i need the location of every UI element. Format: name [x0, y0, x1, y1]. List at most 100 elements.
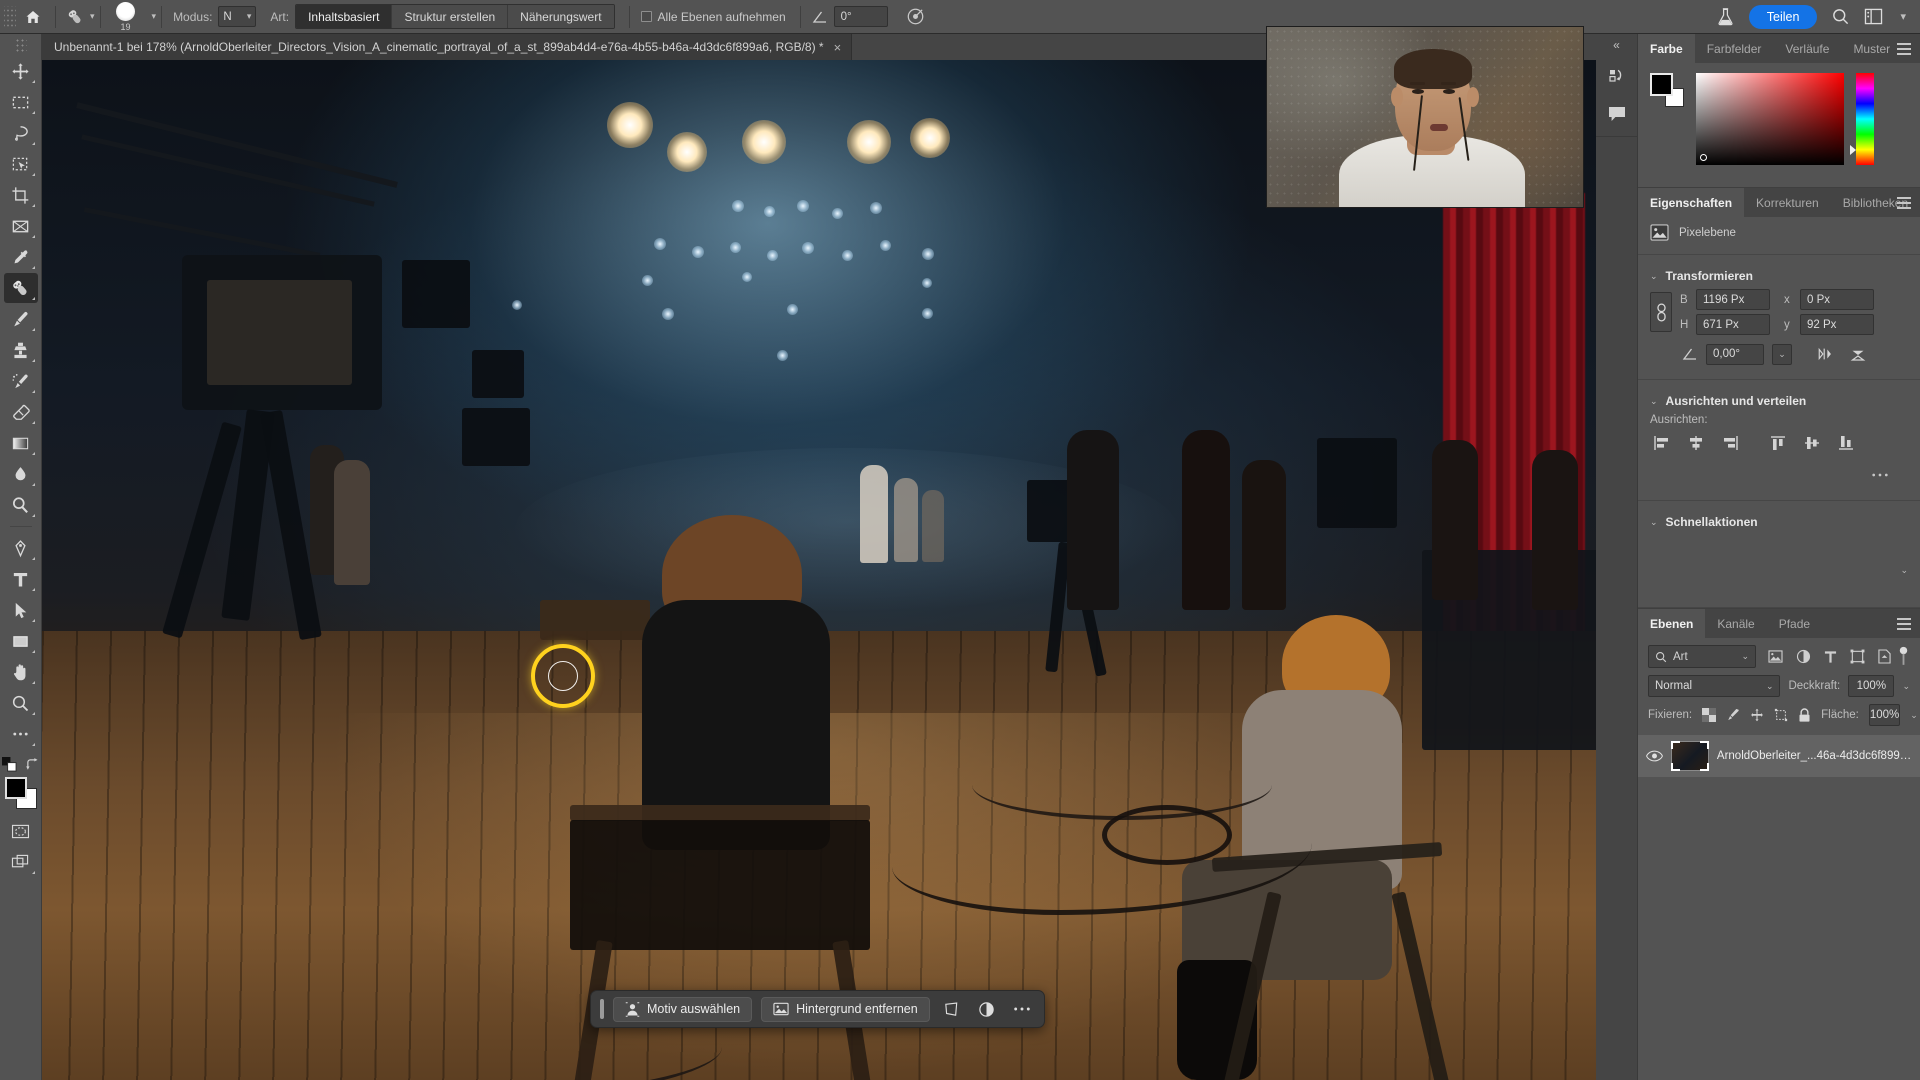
panel-menu-icon[interactable] [1897, 43, 1911, 58]
chevron-down-icon[interactable]: ⌄ [1910, 710, 1918, 721]
height-field[interactable]: 671 Px [1696, 314, 1770, 335]
align-bottom-icon[interactable] [1834, 432, 1858, 454]
tab-farbfelder[interactable]: Farbfelder [1695, 34, 1774, 63]
adjustment-circle-icon[interactable] [974, 997, 1000, 1022]
filter-toggle-icon[interactable] [1897, 646, 1910, 667]
tab-eigenschaften[interactable]: Eigenschaften [1638, 188, 1745, 217]
layer-filter-select[interactable]: Art ⌄ [1648, 645, 1756, 668]
chevron-down-icon[interactable]: ▾ [1900, 10, 1906, 23]
blend-mode-select[interactable]: Normal ⌄ [1648, 675, 1781, 697]
brush-preset-picker[interactable]: 19 ▾ [106, 1, 156, 32]
select-subject-button[interactable]: Motiv auswählen [613, 996, 753, 1022]
search-icon[interactable] [1831, 7, 1850, 26]
align-top-icon[interactable] [1766, 432, 1790, 454]
color-panel-swatches[interactable] [1650, 73, 1684, 107]
layer-row[interactable]: ArnoldOberleiter_...46a-4d3dc6f899a6 [1638, 735, 1920, 777]
align-horizontal-center-icon[interactable] [1684, 432, 1708, 454]
tab-muster[interactable]: Muster [1841, 34, 1902, 63]
layer-thumbnail[interactable] [1671, 741, 1709, 771]
x-field[interactable]: 0 Px [1800, 289, 1874, 310]
frame-tool[interactable] [4, 211, 38, 241]
document-tab[interactable]: Unbenannt-1 bei 178% (ArnoldOberleiter_D… [42, 34, 852, 60]
align-right-icon[interactable] [1718, 432, 1742, 454]
foreground-color-swatch[interactable] [4, 777, 27, 799]
comments-icon[interactable] [1600, 98, 1634, 130]
lock-artboard-icon[interactable] [1774, 708, 1788, 722]
quick-mask-button[interactable] [4, 816, 38, 846]
taskbar-drag-handle[interactable] [600, 999, 604, 1019]
swap-colors-icon[interactable] [26, 758, 39, 771]
tab-ebenen[interactable]: Ebenen [1638, 609, 1706, 638]
share-button[interactable]: Teilen [1748, 4, 1818, 29]
align-section-header[interactable]: ⌄ Ausrichten und verteilen [1638, 386, 1920, 412]
tab-verlaeufe[interactable]: Verläufe [1773, 34, 1841, 63]
path-selection-tool[interactable] [4, 595, 38, 625]
webcam-overlay[interactable] [1266, 26, 1584, 208]
eyedropper-tool[interactable] [4, 242, 38, 272]
tool-preset-picker[interactable]: ▾ [65, 7, 95, 27]
tab-farbe[interactable]: Farbe [1638, 34, 1695, 63]
move-tool[interactable] [4, 56, 38, 86]
crop-tool[interactable] [4, 180, 38, 210]
lock-image-icon[interactable] [1726, 708, 1740, 722]
canvas-area[interactable] [42, 60, 1620, 1080]
edit-toolbar-tool[interactable] [4, 719, 38, 749]
eye-icon[interactable] [1646, 750, 1663, 762]
angle-field[interactable]: 0,00° [1706, 343, 1764, 365]
workspace-panel-icon[interactable] [1864, 8, 1883, 25]
panel-menu-icon[interactable] [1897, 618, 1911, 633]
align-vertical-center-icon[interactable] [1800, 432, 1824, 454]
chevron-down-icon[interactable]: ⌄ [1902, 681, 1910, 692]
beta-flask-icon[interactable] [1716, 7, 1735, 27]
eraser-tool[interactable] [4, 397, 38, 427]
options-bar-grip[interactable] [4, 5, 16, 28]
sample-all-layers-checkbox[interactable]: Alle Ebenen aufnehmen [640, 10, 786, 24]
pixel-filter-icon[interactable] [1768, 650, 1783, 663]
panel-menu-icon[interactable] [1897, 197, 1911, 212]
transform-section-header[interactable]: ⌄ Transformieren [1638, 261, 1920, 287]
tab-korrekturen[interactable]: Korrekturen [1744, 188, 1831, 217]
mode-select[interactable]: N ▾ [218, 6, 257, 27]
remove-background-button[interactable]: Hintergrund entfernen [761, 996, 930, 1022]
object-selection-tool[interactable] [4, 149, 38, 179]
fill-field[interactable]: 100% [1868, 704, 1901, 726]
gradient-tool[interactable] [4, 428, 38, 458]
home-button[interactable] [16, 2, 50, 32]
angle-field[interactable]: 0° [833, 6, 888, 27]
opacity-field[interactable]: 100% [1848, 675, 1895, 697]
width-field[interactable]: 1196 Px [1696, 289, 1770, 310]
history-brush-tool[interactable] [4, 366, 38, 396]
quick-actions-section-header[interactable]: ⌄ Schnellaktionen [1638, 507, 1920, 533]
clone-stamp-tool[interactable] [4, 335, 38, 365]
tablet-pressure-icon[interactable] [906, 7, 925, 26]
rectangular-marquee-tool[interactable] [4, 87, 38, 117]
y-field[interactable]: 92 Px [1800, 314, 1874, 335]
lock-transparency-icon[interactable] [1702, 708, 1717, 722]
type-filter-icon[interactable] [1824, 650, 1837, 664]
close-icon[interactable]: × [834, 40, 842, 55]
hue-slider[interactable] [1850, 73, 1874, 165]
flip-vertical-icon[interactable] [1846, 343, 1870, 365]
ellipsis-icon[interactable] [1009, 997, 1035, 1022]
flip-horizontal-icon[interactable] [1814, 343, 1838, 365]
type-tool[interactable] [4, 564, 38, 594]
tab-pfade[interactable]: Pfade [1767, 609, 1822, 638]
blur-tool[interactable] [4, 459, 38, 489]
rectangle-tool[interactable] [4, 626, 38, 656]
lasso-tool[interactable] [4, 118, 38, 148]
type-option-create-texture[interactable]: Struktur erstellen [392, 5, 509, 28]
smart-object-filter-icon[interactable] [1878, 649, 1891, 664]
shape-filter-icon[interactable] [1850, 649, 1865, 664]
lock-all-icon[interactable] [1798, 707, 1811, 723]
adjustment-filter-icon[interactable] [1796, 649, 1811, 664]
color-swatches[interactable] [4, 776, 38, 810]
align-more-icon[interactable] [1868, 464, 1892, 486]
screen-mode-button[interactable] [4, 847, 38, 877]
brush-tool[interactable] [4, 304, 38, 334]
hue-slider-marker[interactable] [1850, 145, 1856, 155]
double-chevron-left-icon[interactable]: « [1596, 34, 1637, 56]
zoom-tool[interactable] [4, 688, 38, 718]
transform-icon[interactable] [939, 997, 965, 1022]
type-option-proximity-match[interactable]: Näherungswert [508, 5, 614, 28]
foreground-color-swatch[interactable] [1650, 73, 1673, 96]
